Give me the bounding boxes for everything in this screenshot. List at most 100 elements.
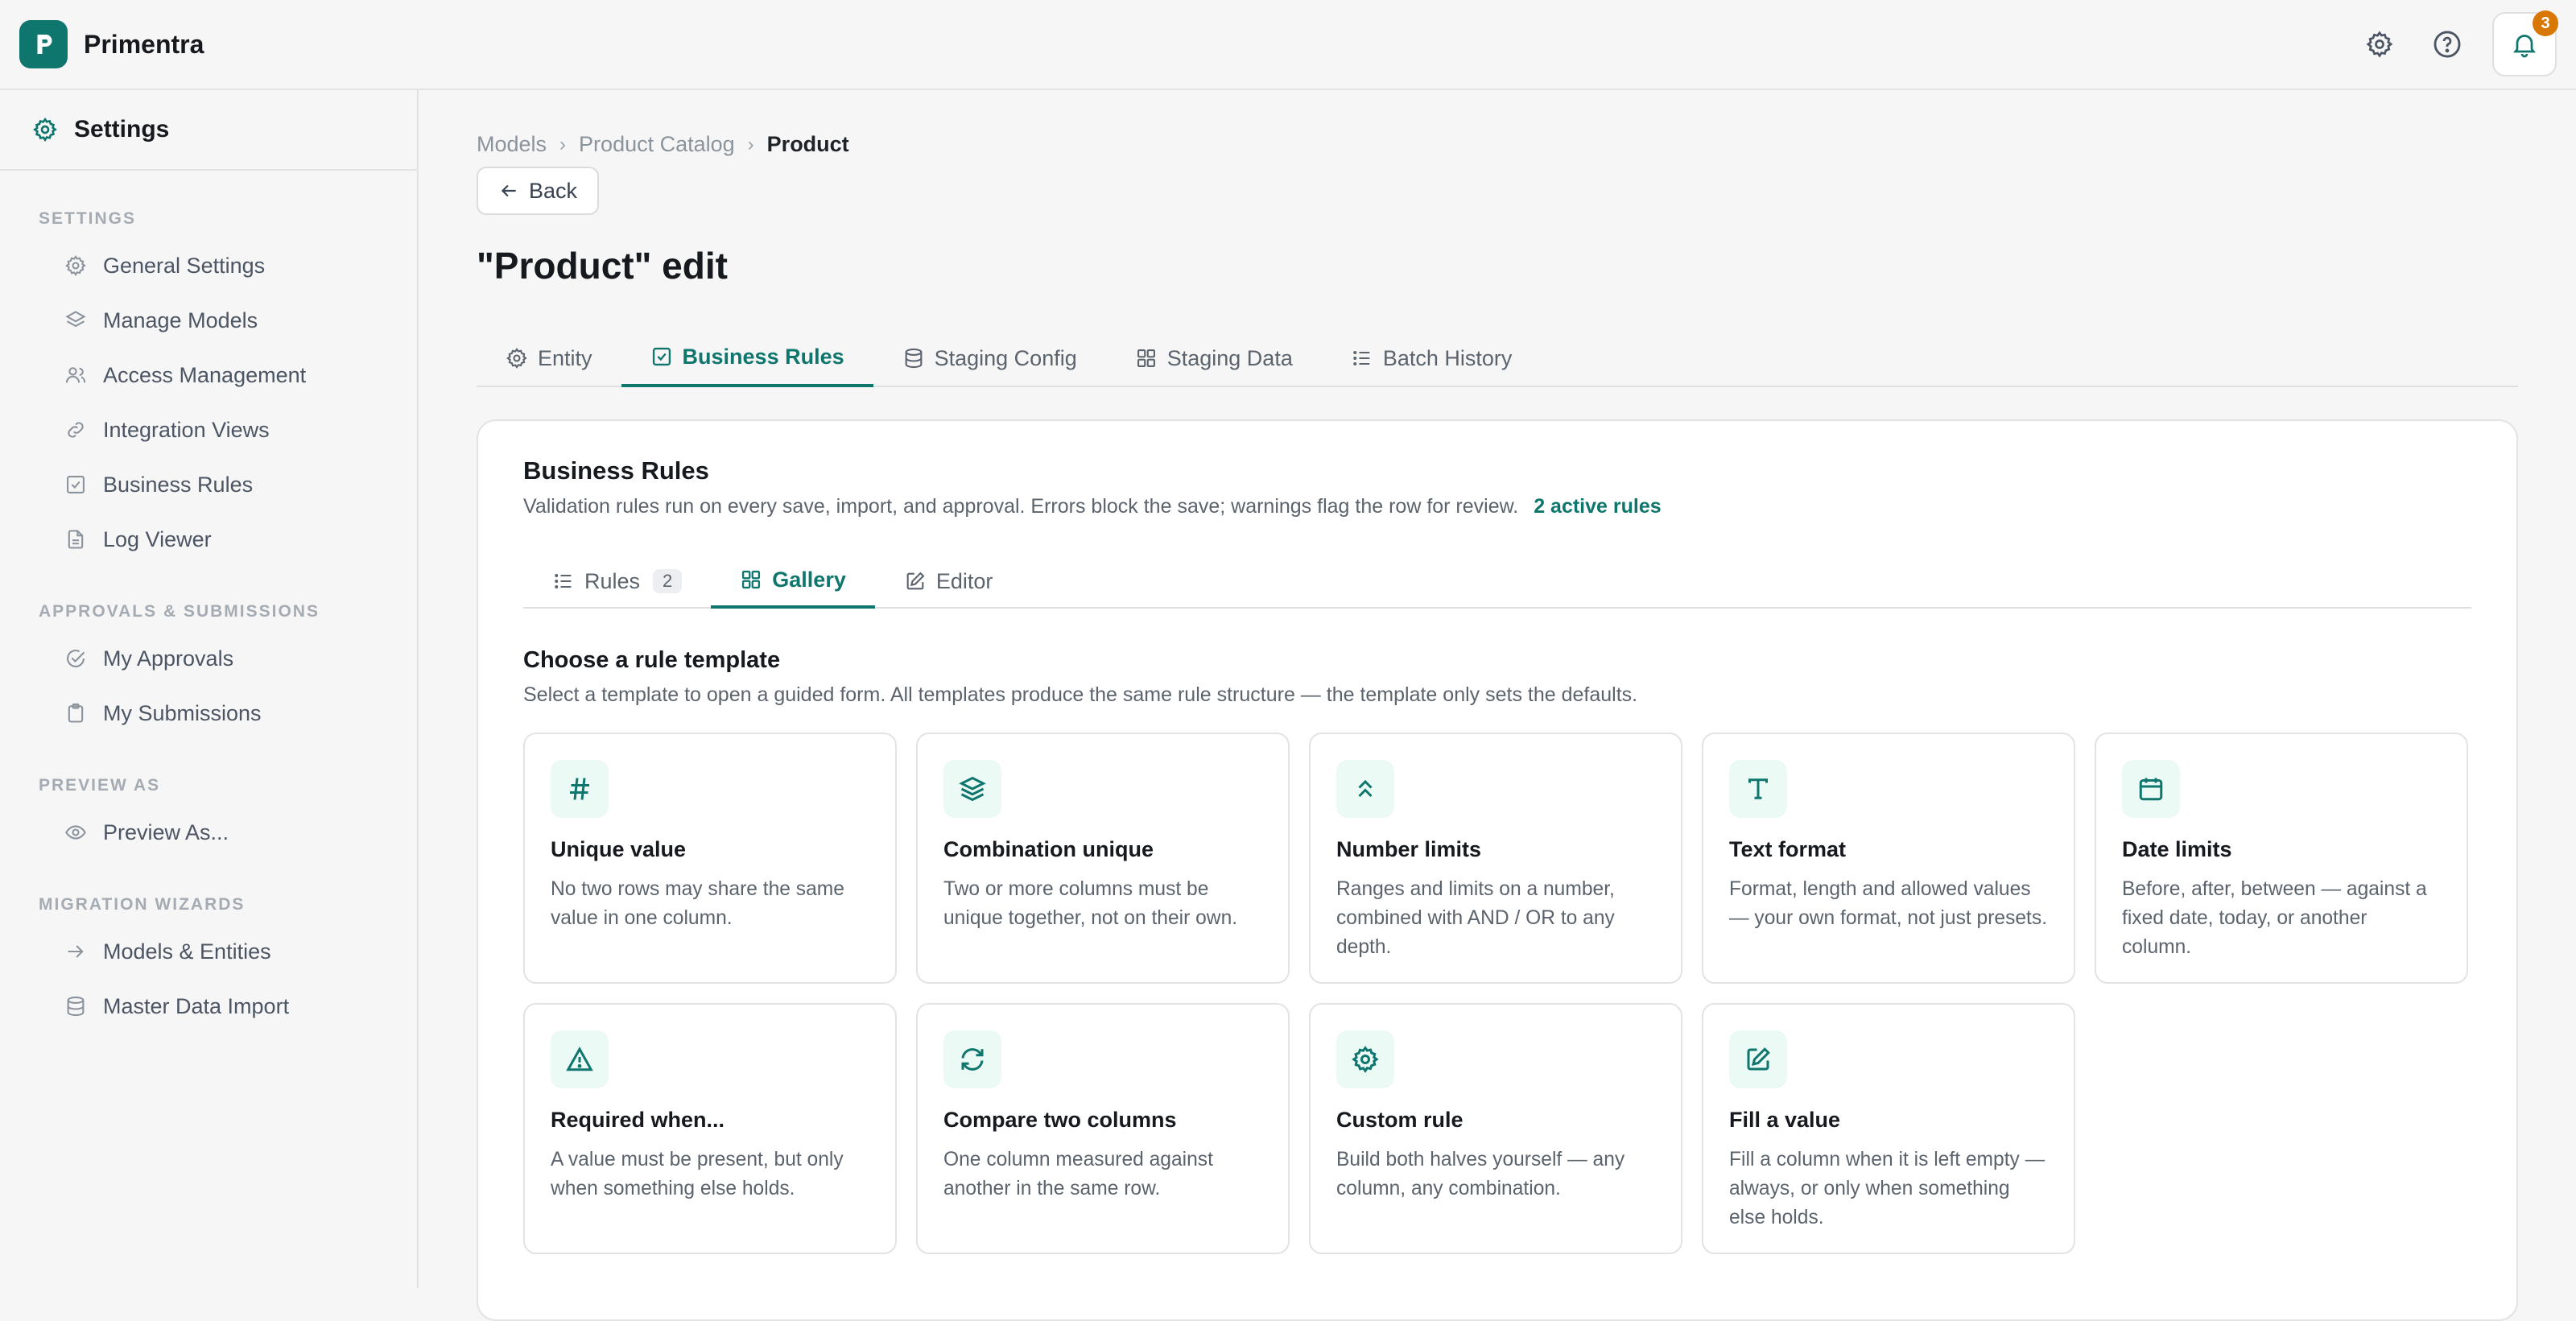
check-square-icon <box>67 476 85 493</box>
type-icon <box>1729 760 1787 818</box>
logo-p-icon <box>37 35 52 54</box>
card-title: Combination unique <box>943 837 1154 861</box>
database-icon <box>905 348 922 369</box>
gear-icon <box>33 118 57 142</box>
database-icon <box>67 996 85 1017</box>
card-description: Build both halves yourself — any column,… <box>1336 1149 1625 1199</box>
bell-icon <box>2513 35 2536 58</box>
gallery-title: Choose a rule template <box>523 647 781 673</box>
template-card-number-limits[interactable]: Number limits Ranges and limits on a num… <box>1309 733 1682 984</box>
sidebar-item-label: Models & Entities <box>103 939 271 964</box>
tab-label: Staging Config <box>934 345 1077 370</box>
template-grid: Unique value No two rows may share the s… <box>523 733 2471 1254</box>
layers-icon <box>943 760 1001 818</box>
gear-icon <box>2366 31 2393 58</box>
chevron-right-icon: › <box>747 133 754 155</box>
rules-subtabs: Rules 2 Gallery Editor <box>523 554 2471 609</box>
panel-description-text: Validation rules run on every save, impo… <box>523 495 1519 518</box>
template-card-unique-value[interactable]: Unique value No two rows may share the s… <box>523 733 897 984</box>
card-description: Fill a column when it is left empty — al… <box>1729 1149 2046 1228</box>
sidebar-item-log-viewer[interactable]: Log Viewer <box>0 512 417 567</box>
back-button[interactable]: Back <box>477 167 599 215</box>
sidebar-section-settings: SETTINGS <box>39 209 137 228</box>
gear-icon <box>506 348 527 369</box>
help-icon <box>2434 31 2461 58</box>
sidebar-item-integration-views[interactable]: Integration Views <box>0 402 417 457</box>
eye-icon <box>65 825 86 840</box>
chevron-right-icon: › <box>559 133 567 155</box>
arrow-left-icon <box>501 184 516 197</box>
card-title: Required when... <box>551 1108 725 1132</box>
subtab-editor[interactable]: Editor <box>875 554 1022 609</box>
check-circle-icon <box>67 650 85 667</box>
refresh-icon <box>943 1030 1001 1088</box>
settings-button[interactable] <box>2357 22 2402 67</box>
sidebar-item-label: Log Viewer <box>103 526 212 551</box>
main-content: Models › Product Catalog › Product Back … <box>477 90 2518 1321</box>
sidebar-section-preview: PREVIEW AS <box>39 776 161 795</box>
breadcrumb-models[interactable]: Models <box>477 132 547 157</box>
subtab-label: Rules <box>584 568 641 593</box>
tab-staging-data[interactable]: Staging Data <box>1106 329 1322 387</box>
template-card-custom-rule[interactable]: Custom rule Build both halves yourself —… <box>1309 1003 1682 1254</box>
template-card-text-format[interactable]: Text format Format, length and allowed v… <box>1702 733 2075 984</box>
sidebar-item-my-approvals[interactable]: My Approvals <box>0 631 417 686</box>
sidebar-item-label: Access Management <box>103 362 307 387</box>
breadcrumb-product-catalog[interactable]: Product Catalog <box>579 132 735 157</box>
template-card-date-limits[interactable]: Date limits Before, after, between — aga… <box>2095 733 2468 984</box>
tab-label: Batch History <box>1382 345 1513 370</box>
sidebar-item-label: My Approvals <box>103 646 234 671</box>
sidebar: Settings SETTINGS General Settings Manag… <box>0 90 419 1288</box>
subtab-label: Editor <box>935 568 993 593</box>
edit-icon <box>906 572 925 590</box>
back-button-label: Back <box>528 178 578 203</box>
file-text-icon <box>68 530 84 549</box>
users-icon <box>65 367 86 383</box>
notification-count-badge: 3 <box>2533 10 2558 36</box>
template-card-required-when[interactable]: Required when... A value must be present… <box>523 1003 897 1254</box>
subtab-gallery[interactable]: Gallery <box>711 554 875 609</box>
page-title: "Product" edit <box>477 245 728 287</box>
gear-icon <box>65 255 86 276</box>
template-card-compare-two-columns[interactable]: Compare two columns One column measured … <box>916 1003 1290 1254</box>
rules-count-badge: 2 <box>653 569 683 593</box>
tab-label: Business Rules <box>682 344 844 369</box>
clipboard-icon <box>68 703 84 723</box>
tab-staging-config[interactable]: Staging Config <box>873 329 1106 387</box>
tab-entity[interactable]: Entity <box>477 329 621 387</box>
sidebar-item-my-submissions[interactable]: My Submissions <box>0 686 417 741</box>
active-rules-count[interactable]: 2 active rules <box>1534 495 1661 518</box>
tab-label: Staging Data <box>1166 345 1293 370</box>
list-icon <box>1353 351 1370 365</box>
card-title: Compare two columns <box>943 1108 1177 1132</box>
app-logo[interactable] <box>19 20 68 68</box>
template-card-combination-unique[interactable]: Combination unique Two or more columns m… <box>916 733 1290 984</box>
tab-business-rules[interactable]: Business Rules <box>621 329 873 387</box>
tab-batch-history[interactable]: Batch History <box>1322 329 1542 387</box>
notifications-button[interactable]: 3 <box>2492 10 2558 76</box>
sidebar-item-label: General Settings <box>103 253 266 278</box>
layers-icon <box>65 311 86 328</box>
list-icon <box>555 574 572 588</box>
subtab-rules[interactable]: Rules 2 <box>523 554 711 609</box>
link-icon <box>68 422 84 438</box>
sidebar-item-label: Preview As... <box>103 819 229 844</box>
help-button[interactable] <box>2425 22 2470 67</box>
template-card-fill-a-value[interactable]: Fill a value Fill a column when it is le… <box>1702 1003 2075 1254</box>
sidebar-item-manage-models[interactable]: Manage Models <box>0 293 417 348</box>
card-title: Custom rule <box>1336 1108 1463 1132</box>
business-rules-panel: Business Rules Validation rules run on e… <box>477 419 2518 1321</box>
sidebar-item-business-rules[interactable]: Business Rules <box>0 457 417 512</box>
sidebar-item-access-management[interactable]: Access Management <box>0 348 417 402</box>
sidebar-item-models-entities[interactable]: Models & Entities <box>0 924 417 979</box>
card-description: Before, after, between — against a fixed… <box>2122 878 2427 958</box>
sidebar-item-preview-as[interactable]: Preview As... <box>0 805 417 860</box>
card-title: Unique value <box>551 837 687 861</box>
card-description: No two rows may share the same value in … <box>551 878 844 929</box>
sidebar-section-approvals: APPROVALS & SUBMISSIONS <box>39 602 320 621</box>
sidebar-item-general-settings[interactable]: General Settings <box>0 238 417 293</box>
warning-icon <box>551 1030 609 1088</box>
edit-icon <box>1729 1030 1787 1088</box>
sidebar-item-master-data-import[interactable]: Master Data Import <box>0 979 417 1034</box>
panel-title: Business Rules <box>523 456 709 485</box>
